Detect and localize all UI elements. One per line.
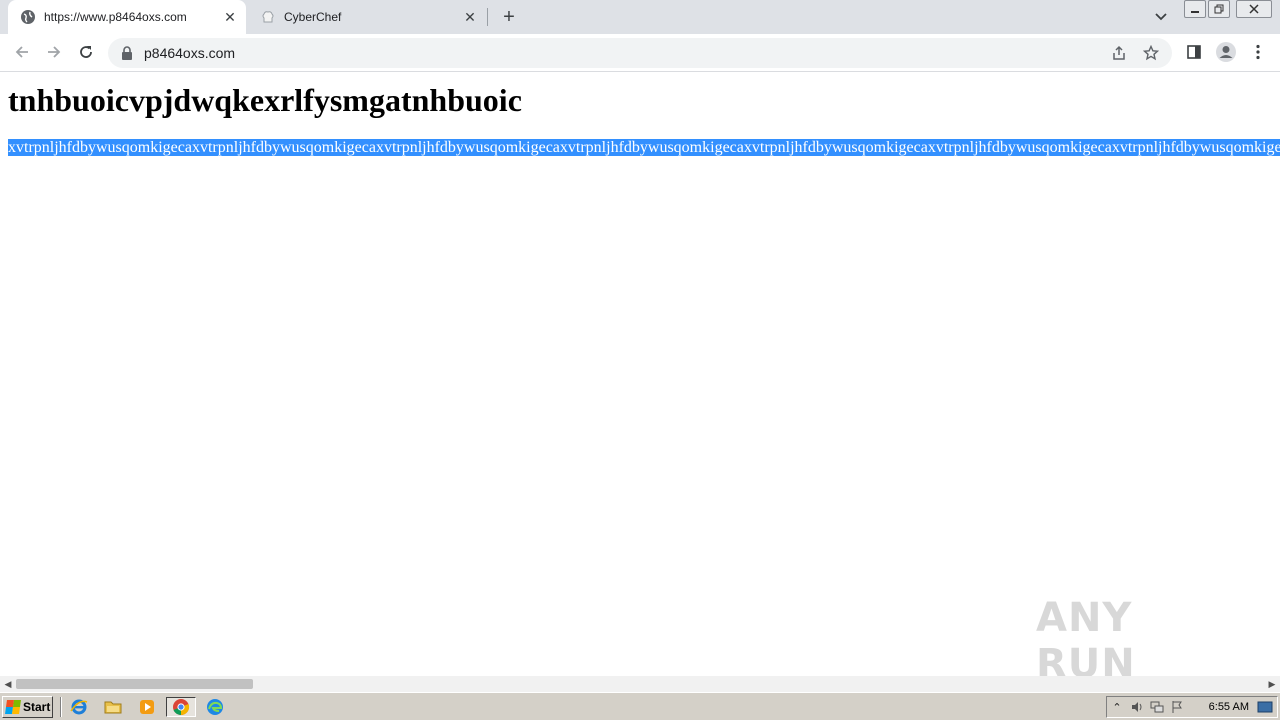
taskbar-separator (60, 697, 62, 717)
anyrun-watermark: ANY RUN (1036, 595, 1236, 687)
windows-taskbar: Start ⌃ 6:55 AM (0, 692, 1280, 720)
selected-text[interactable]: xvtrpnljhfdbywusqomkigecaxvtrpnljhfdbywu… (8, 139, 1280, 156)
scroll-left-icon[interactable]: ◀ (0, 676, 16, 692)
folder-icon[interactable] (102, 697, 124, 717)
tab-active[interactable]: https://www.p8464oxs.com ✕ (8, 0, 246, 34)
volume-icon[interactable] (1127, 698, 1147, 716)
tab-title: CyberChef (284, 10, 342, 24)
tab-strip: https://www.p8464oxs.com ✕ CyberChef ✕ + (0, 0, 1280, 34)
bookmark-star-icon[interactable] (1140, 42, 1162, 64)
system-tray: ⌃ 6:55 AM (1106, 696, 1278, 718)
profile-avatar-icon[interactable] (1212, 38, 1240, 66)
reload-icon[interactable] (72, 38, 100, 66)
windows-logo-icon (5, 700, 21, 714)
show-hidden-icons-icon[interactable]: ⌃ (1107, 698, 1127, 716)
globe-icon (20, 9, 36, 25)
chevron-down-icon[interactable] (1150, 6, 1172, 28)
taskbar-clock[interactable]: 6:55 AM (1209, 701, 1249, 713)
internet-explorer-icon[interactable] (68, 697, 90, 717)
restore-button[interactable] (1208, 0, 1230, 18)
network-icon[interactable] (1147, 698, 1167, 716)
close-window-button[interactable] (1236, 0, 1272, 18)
address-bar[interactable]: p8464oxs.com (108, 38, 1172, 68)
page-heading: tnhbuoicvpjdwqkexrlfysmgatnhbuoic (8, 82, 522, 118)
horizontal-scrollbar[interactable]: ◀ ▶ (0, 676, 1280, 692)
minimize-button[interactable] (1184, 0, 1206, 18)
new-tab-button[interactable]: + (498, 6, 520, 28)
close-tab-icon[interactable]: ✕ (460, 7, 480, 27)
selected-paragraph[interactable]: xvtrpnljhfdbywusqomkigecaxvtrpnljhfdbywu… (8, 138, 1280, 158)
tab-separator (487, 8, 488, 26)
browser-toolbar: p8464oxs.com (0, 34, 1280, 72)
side-panel-icon[interactable] (1180, 38, 1208, 66)
tab-title: https://www.p8464oxs.com (44, 10, 187, 24)
watermark-text: ANY RUN (1036, 595, 1136, 687)
scrollbar-thumb[interactable] (16, 679, 253, 689)
action-center-flag-icon[interactable] (1167, 698, 1187, 716)
show-desktop-icon[interactable] (1255, 698, 1275, 716)
url-text[interactable]: p8464oxs.com (144, 45, 1108, 61)
back-icon[interactable] (8, 38, 36, 66)
chrome-icon[interactable] (166, 697, 196, 717)
forward-icon[interactable] (40, 38, 68, 66)
start-button[interactable]: Start (2, 696, 53, 718)
page-content: tnhbuoicvpjdwqkexrlfysmgatnhbuoic xvtrpn… (0, 72, 1280, 676)
media-player-icon[interactable] (136, 697, 158, 717)
chef-hat-icon (260, 9, 276, 25)
edge-icon[interactable] (204, 697, 226, 717)
lock-icon[interactable] (120, 46, 134, 60)
start-label: Start (23, 700, 51, 714)
scroll-right-icon[interactable]: ▶ (1264, 676, 1280, 692)
tab-cyberchef[interactable]: CyberChef ✕ (254, 0, 486, 34)
close-tab-icon[interactable]: ✕ (220, 7, 240, 27)
share-icon[interactable] (1108, 42, 1130, 64)
menu-kebab-icon[interactable] (1244, 38, 1272, 66)
